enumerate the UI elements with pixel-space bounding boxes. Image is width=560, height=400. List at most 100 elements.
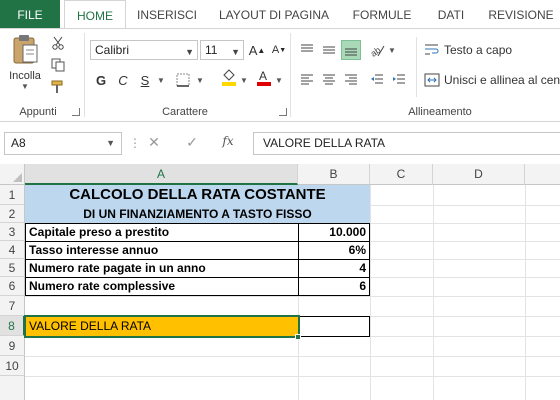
column-header-c[interactable]: C [370, 164, 433, 185]
align-left-icon [301, 74, 313, 85]
underline-button[interactable]: S [135, 70, 155, 90]
orientation-chevron-icon[interactable]: ▼ [388, 46, 396, 55]
bold-button[interactable]: G [91, 70, 111, 90]
value-cell-rate-anno[interactable]: 4 [298, 259, 370, 278]
insert-function-button[interactable]: fx [218, 134, 238, 152]
row-header-1[interactable]: 1 [0, 185, 25, 205]
wrap-text-icon [425, 44, 439, 55]
fill-color-chevron-icon[interactable]: ▼ [240, 76, 248, 85]
align-top-button[interactable] [297, 40, 317, 60]
fill-color-button[interactable] [219, 68, 239, 88]
formula-bar: A8 ▼ ⋮ ✕ ✓ fx VALORE DELLA RATA [0, 128, 560, 158]
cancel-entry-button[interactable]: ✕ [144, 134, 164, 152]
row-header-2[interactable]: 2 [0, 205, 25, 223]
sheet-subtitle-cell[interactable]: DI UN FINANZIAMENTO A TASTO FISSO [25, 205, 370, 223]
label-cell-capitale[interactable]: Capitale preso a prestito [25, 223, 299, 242]
group-divider [84, 33, 85, 117]
copy-icon [51, 58, 65, 72]
font-launcher-icon[interactable] [279, 108, 287, 116]
font-size-select[interactable]: 11 ▼ [200, 40, 244, 60]
align-bottom-icon [345, 48, 357, 56]
underline-chevron-icon[interactable]: ▼ [157, 76, 165, 85]
font-name-select[interactable]: Calibri ▼ [90, 40, 198, 60]
align-top-icon [301, 44, 313, 52]
excel-window: FILE HOME INSERISCI LAYOUT DI PAGINA FOR… [0, 0, 560, 400]
decrease-indent-button[interactable] [367, 70, 387, 90]
tab-dati[interactable]: DATI [428, 0, 474, 28]
row-header-4[interactable]: 4 [0, 241, 25, 259]
wrap-text-button[interactable]: Testo a capo [424, 41, 512, 59]
confirm-entry-button[interactable]: ✓ [182, 134, 202, 152]
underline-icon: S [140, 72, 150, 88]
fill-handle[interactable] [295, 334, 301, 340]
row-header-11[interactable] [0, 376, 25, 400]
tab-inserisci[interactable]: INSERISCI [134, 0, 200, 28]
align-middle-button[interactable] [319, 40, 339, 60]
formula-input[interactable]: VALORE DELLA RATA [253, 132, 560, 155]
value-cell-rate-complessive[interactable]: 6 [298, 277, 370, 296]
grow-font-button[interactable]: A ▲ [247, 40, 267, 60]
align-right-button[interactable] [341, 70, 361, 90]
row-header-3[interactable]: 3 [0, 223, 25, 241]
tab-layout-di-pagina[interactable]: LAYOUT DI PAGINA [212, 0, 336, 28]
column-header-e[interactable] [525, 164, 560, 185]
tab-file[interactable]: FILE [0, 0, 60, 28]
shrink-font-icon: A [271, 44, 280, 56]
sheet-title-cell[interactable]: CALCOLO DELLA RATA COSTANTE [25, 185, 370, 205]
tab-revisione[interactable]: REVISIONE [482, 0, 560, 28]
tab-formule[interactable]: FORMULE [344, 0, 420, 28]
cut-button[interactable] [48, 33, 68, 53]
tab-home[interactable]: HOME [64, 0, 126, 29]
align-bottom-button[interactable] [341, 40, 361, 60]
align-center-button[interactable] [319, 70, 339, 90]
font-color-button[interactable]: A [254, 68, 274, 88]
paste-button[interactable]: Incolla ▼ [4, 33, 46, 91]
row-header-8[interactable]: 8 [0, 316, 25, 336]
ribbon-tabs: FILE HOME INSERISCI LAYOUT DI PAGINA FOR… [0, 0, 560, 29]
result-value-cell[interactable] [298, 316, 370, 337]
borders-chevron-icon[interactable]: ▼ [196, 76, 204, 85]
orientation-button[interactable]: ab [367, 40, 387, 60]
value-cell-tasso[interactable]: 6% [298, 241, 370, 260]
increase-indent-button[interactable] [389, 70, 409, 90]
row-header-10[interactable]: 10 [0, 356, 25, 376]
font-color-chevron-icon[interactable]: ▼ [275, 76, 283, 85]
ribbon-home: Incolla ▼ Appunti Calibri ▼ 11 ▼ A ▲ A ▼… [0, 28, 560, 122]
row-header-5[interactable]: 5 [0, 259, 25, 277]
label-cell-rate-anno[interactable]: Numero rate pagate in un anno [25, 259, 299, 278]
align-left-button[interactable] [297, 70, 317, 90]
formula-bar-grip-icon[interactable]: ⋮ [129, 136, 141, 150]
label-cell-rate-complessive[interactable]: Numero rate complessive [25, 277, 299, 296]
checkmark-icon: ✓ [186, 134, 198, 150]
column-header-d[interactable]: D [433, 164, 525, 185]
copy-button[interactable] [48, 55, 68, 75]
scissors-icon [52, 36, 64, 50]
label-cell-tasso[interactable]: Tasso interesse annuo [25, 241, 299, 260]
align-center-icon [323, 74, 335, 85]
row-header-7[interactable]: 7 [0, 296, 25, 316]
active-cell-selection [24, 315, 300, 338]
shrink-font-button[interactable]: A ▼ [269, 40, 289, 60]
italic-button[interactable]: C [113, 70, 133, 90]
column-header-a[interactable]: A [25, 164, 298, 185]
format-painter-button[interactable] [48, 77, 68, 97]
chevron-down-icon: ▼ [185, 47, 194, 57]
paste-chevron-icon[interactable]: ▼ [4, 82, 46, 91]
value-cell-capitale[interactable]: 10.000 [298, 223, 370, 242]
select-all-button[interactable] [0, 164, 25, 185]
row-header-6[interactable]: 6 [0, 277, 25, 296]
clipboard-group-label: Appunti [19, 106, 57, 118]
column-header-b[interactable]: B [298, 164, 370, 185]
gridline [370, 185, 371, 400]
borders-button[interactable] [173, 70, 193, 90]
borders-icon [176, 73, 190, 87]
name-box[interactable]: A8 ▼ [4, 132, 122, 155]
merge-center-icon [424, 73, 440, 87]
gridline [525, 185, 526, 400]
paint-bucket-icon [222, 69, 236, 86]
font-name-value: Calibri [95, 43, 130, 57]
merge-center-button[interactable]: Unisci e allinea al cent [424, 71, 560, 89]
worksheet-grid: A B C D 1 2 3 4 5 6 7 8 9 10 CALCOLO DEL… [0, 164, 560, 400]
row-header-9[interactable]: 9 [0, 336, 25, 356]
clipboard-launcher-icon[interactable] [72, 108, 80, 116]
